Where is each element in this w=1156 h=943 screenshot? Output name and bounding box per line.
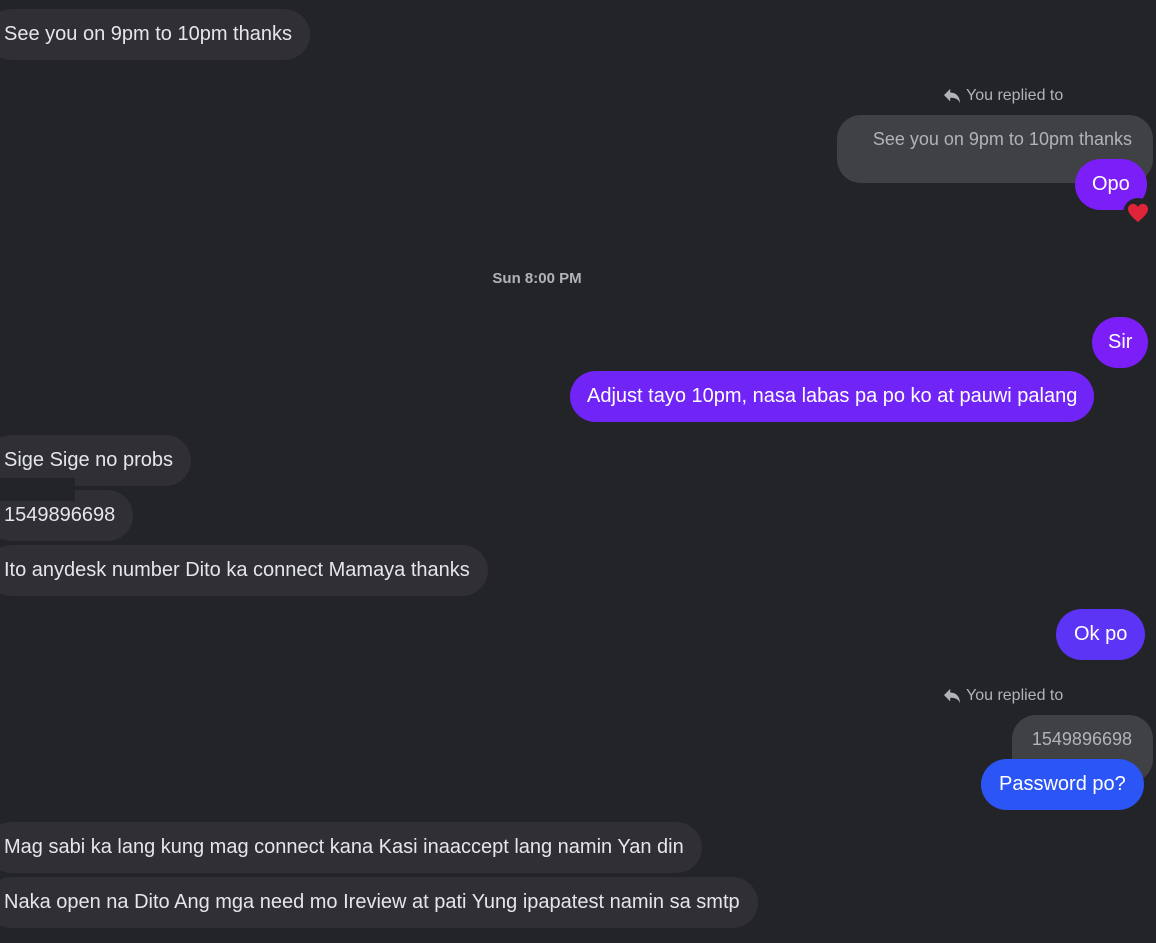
- incoming-message[interactable]: Naka open na Dito Ang mga need mo Irevie…: [0, 877, 758, 928]
- heart-icon: [1128, 203, 1148, 223]
- outgoing-message[interactable]: Sir: [1092, 317, 1149, 368]
- outgoing-message[interactable]: Password po?: [981, 759, 1144, 810]
- reply-arrow-icon: [944, 88, 960, 104]
- timestamp-divider: Sun 8:00 PM: [492, 270, 582, 287]
- message-thread: See you on 9pm to 10pm thanks You replie…: [0, 0, 1156, 943]
- bubble-overlap: [0, 478, 75, 501]
- reply-indicator: You replied to: [943, 87, 1063, 105]
- outgoing-message[interactable]: Ok po: [1056, 609, 1146, 660]
- reply-indicator-label: You replied to: [966, 87, 1064, 104]
- reaction-badge[interactable]: [1123, 198, 1153, 228]
- incoming-message[interactable]: Mag sabi ka lang kung mag connect kana K…: [0, 822, 702, 873]
- reply-indicator-label: You replied to: [966, 687, 1064, 704]
- incoming-message[interactable]: Ito anydesk number Dito ka connect Mamay…: [0, 545, 488, 596]
- outgoing-message[interactable]: Adjust tayo 10pm, nasa labas pa po ko at…: [570, 371, 1095, 422]
- incoming-message[interactable]: See you on 9pm to 10pm thanks: [0, 9, 310, 60]
- reply-indicator: You replied to: [943, 687, 1063, 705]
- reply-arrow-icon: [944, 688, 960, 704]
